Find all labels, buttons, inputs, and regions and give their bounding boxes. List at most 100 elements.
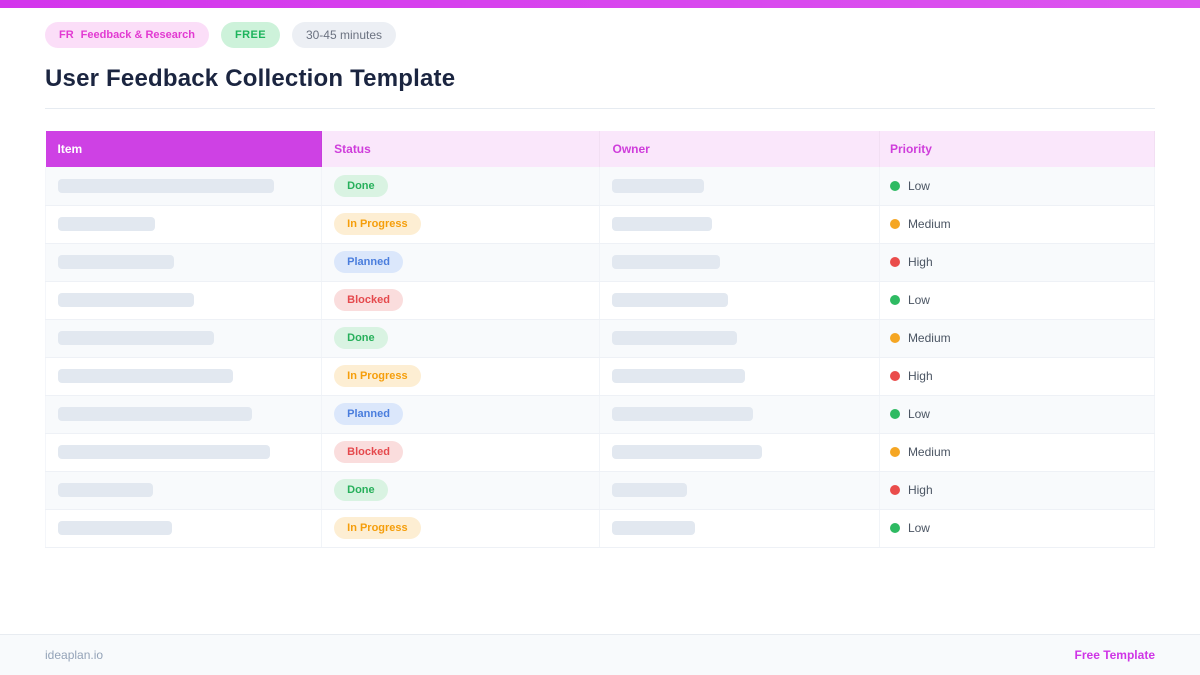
column-header-priority: Priority (879, 131, 1155, 167)
priority-cell: Medium (879, 319, 1156, 358)
owner-cell (599, 281, 880, 320)
status-badge: Done (334, 479, 388, 501)
priority-dot-icon (889, 257, 900, 267)
status-badge: In Progress (334, 213, 421, 235)
priority-dot-icon (889, 409, 900, 419)
priority-dot-icon (889, 333, 900, 343)
priority-cell: High (879, 471, 1156, 510)
table-row: In Progress High (44, 357, 1156, 396)
priority-label: Medium (907, 445, 951, 459)
priority-dot-icon (889, 371, 900, 381)
category-badge-abbr: FR (59, 29, 74, 41)
title-divider (45, 108, 1155, 109)
priority-label: Low (907, 407, 930, 421)
status-cell: In Progress (321, 357, 601, 396)
owner-cell (599, 167, 880, 206)
table-row: In Progress Medium (44, 205, 1156, 244)
status-cell: Blocked (321, 281, 601, 320)
footer-free-template-link[interactable]: Free Template (1075, 648, 1155, 662)
owner-placeholder-bar (612, 369, 746, 383)
item-cell (44, 281, 323, 320)
priority-label: Low (907, 293, 930, 307)
table-row: Done Medium (44, 319, 1156, 358)
item-cell (44, 357, 323, 396)
feedback-table: Item Status Owner Priority Done Low In Pro… (44, 131, 1156, 548)
item-placeholder-bar (58, 217, 155, 231)
priority-indicator: Low (889, 293, 1142, 307)
priority-cell: Low (879, 281, 1156, 320)
badge-row: FR Feedback & Research FREE 30-45 minute… (45, 22, 1155, 48)
column-header-owner: Owner (599, 131, 880, 167)
category-badge: FR Feedback & Research (45, 22, 210, 48)
priority-indicator: Low (889, 178, 1142, 193)
table-row: Done High (44, 471, 1156, 510)
item-cell (44, 319, 323, 358)
owner-placeholder-bar (612, 521, 696, 535)
table-row: Done Low (44, 167, 1156, 206)
owner-cell (599, 509, 880, 548)
item-placeholder-bar (58, 521, 172, 535)
table-row: Planned Low (44, 395, 1156, 434)
column-header-status: Status (321, 131, 600, 167)
owner-placeholder-bar (612, 331, 738, 345)
table-header-row: Item Status Owner Priority (45, 131, 1155, 167)
status-cell: Done (321, 167, 601, 206)
page-title: User Feedback Collection Template (45, 65, 456, 92)
item-placeholder-bar (58, 293, 194, 307)
item-placeholder-bar (58, 407, 252, 421)
priority-label: Low (907, 178, 930, 193)
owner-placeholder-bar (612, 407, 754, 421)
owner-placeholder-bar (612, 255, 721, 269)
priority-indicator: High (889, 369, 1142, 383)
table-row: Blocked Medium (44, 433, 1156, 472)
priority-dot-icon (889, 485, 900, 495)
table-body: Done Low In Progress Medium Planned High Block… (44, 167, 1156, 548)
footer-brand-link[interactable]: ideaplan.io (45, 648, 103, 662)
status-cell: Blocked (321, 433, 601, 472)
status-cell: Planned (321, 395, 601, 434)
owner-cell (599, 357, 880, 396)
priority-indicator: Medium (889, 331, 1142, 345)
priority-label: High (907, 255, 933, 269)
priority-indicator: High (889, 255, 1142, 269)
status-badge: Done (334, 174, 388, 197)
item-cell (44, 433, 323, 472)
status-badge: In Progress (334, 517, 421, 539)
duration-badge: 30-45 minutes (291, 22, 396, 48)
item-placeholder-bar (58, 369, 233, 383)
item-placeholder-bar (58, 178, 274, 193)
table-row: Planned High (44, 243, 1156, 282)
item-cell (44, 471, 323, 510)
item-placeholder-bar (58, 255, 174, 269)
priority-label: Medium (907, 331, 951, 345)
owner-cell (599, 471, 880, 510)
footer: ideaplan.io Free Template (0, 634, 1200, 675)
priority-label: Medium (907, 217, 951, 231)
owner-cell (599, 243, 880, 282)
priority-cell: Medium (879, 433, 1156, 472)
status-cell: Done (321, 471, 601, 510)
item-placeholder-bar (58, 445, 270, 459)
status-cell: In Progress (321, 205, 601, 244)
top-accent-bar (0, 0, 1200, 8)
priority-dot-icon (889, 447, 900, 457)
status-badge: Blocked (334, 441, 403, 463)
priority-indicator: High (889, 483, 1142, 497)
status-badge: Planned (334, 251, 403, 273)
owner-cell (599, 205, 880, 244)
item-placeholder-bar (58, 483, 153, 497)
category-badge-label: Feedback & Research (80, 29, 196, 41)
priority-label: High (907, 369, 933, 383)
priority-cell: High (879, 243, 1156, 282)
owner-placeholder-bar (612, 178, 705, 193)
priority-indicator: Medium (889, 445, 1142, 459)
priority-indicator: Medium (889, 217, 1142, 231)
priority-cell: Medium (879, 205, 1156, 244)
priority-cell: Low (879, 395, 1156, 434)
owner-placeholder-bar (612, 293, 729, 307)
column-header-item: Item (45, 131, 322, 167)
status-badge: In Progress (334, 365, 421, 387)
item-cell (44, 395, 323, 434)
owner-cell (599, 395, 880, 434)
owner-placeholder-bar (612, 445, 763, 459)
